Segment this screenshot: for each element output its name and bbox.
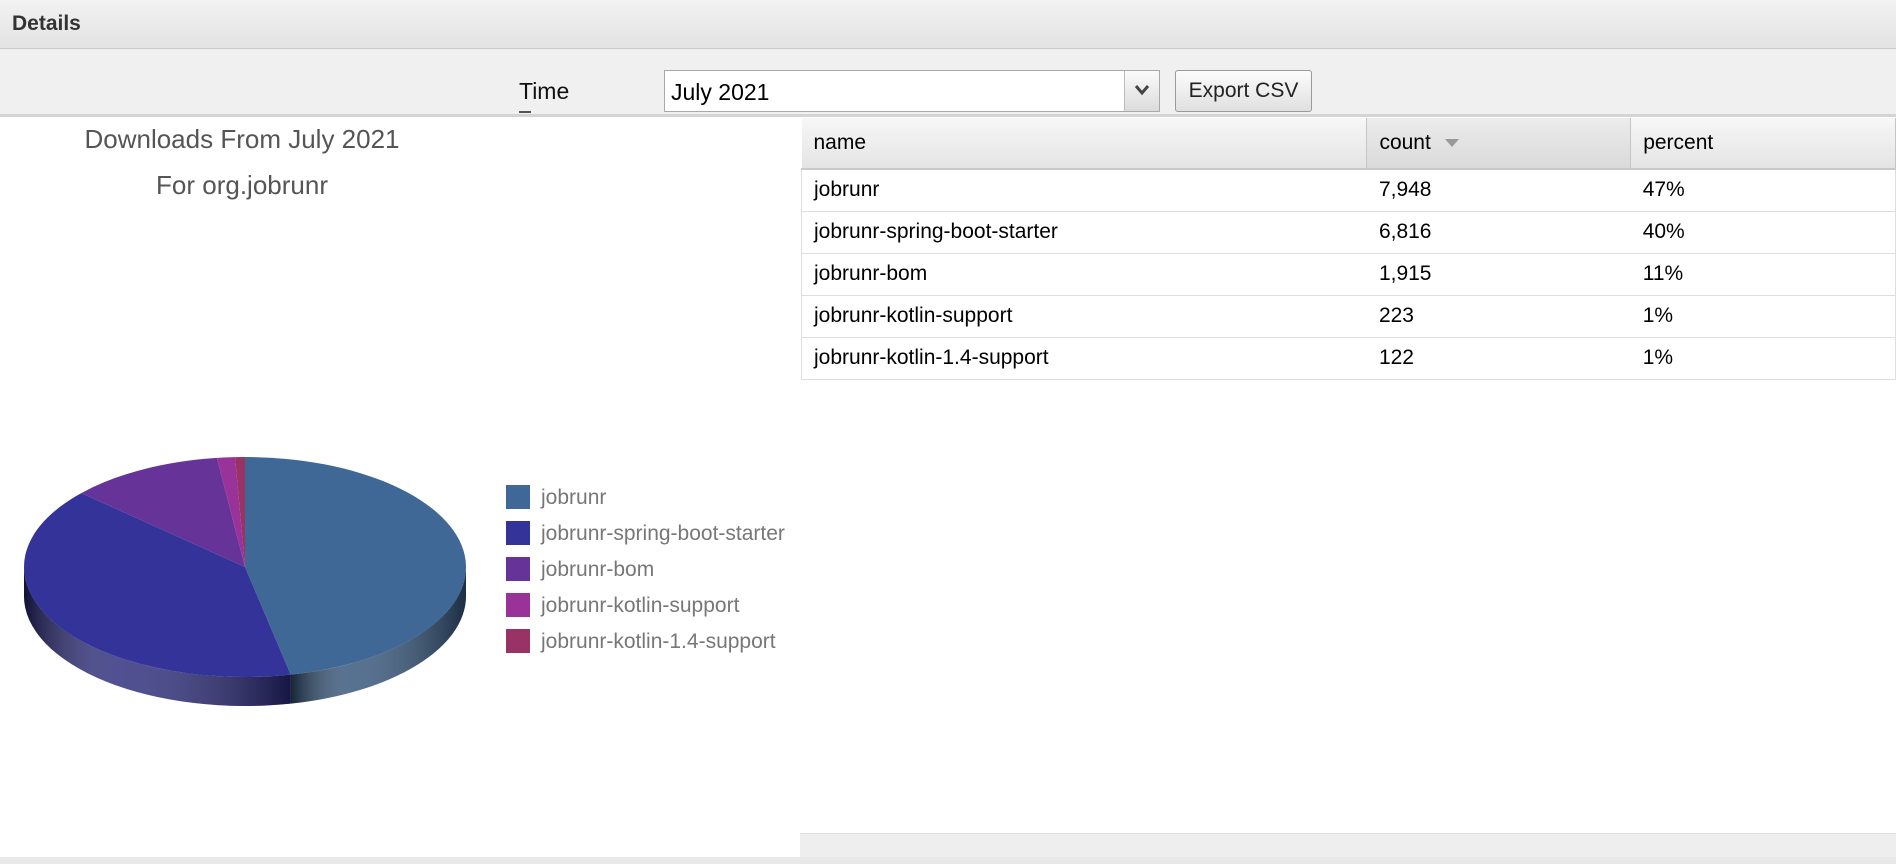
legend-label: jobrunr-kotlin-1.4-support xyxy=(540,630,776,653)
column-header-count[interactable]: count xyxy=(1366,118,1632,170)
cell-percent: 40% xyxy=(1630,211,1896,254)
table-row[interactable]: jobrunr-kotlin-support 223 1% xyxy=(800,295,1896,338)
legend-label: jobrunr-spring-boot-starter xyxy=(540,522,785,545)
legend-swatch xyxy=(506,629,530,653)
table-row[interactable]: jobrunr-kotlin-1.4-support 122 1% xyxy=(800,337,1896,380)
export-csv-button[interactable]: Export CSV xyxy=(1175,70,1312,112)
column-header-name[interactable]: name xyxy=(801,118,1368,170)
legend-swatch xyxy=(506,593,530,617)
grid-footer xyxy=(800,833,1896,858)
chevron-down-icon xyxy=(1134,85,1150,96)
page-bottom-strip xyxy=(0,857,1896,864)
time-select-value: July 2021 xyxy=(671,79,770,105)
cell-name: jobrunr-spring-boot-starter xyxy=(800,211,1367,254)
legend-label: jobrunr xyxy=(540,486,606,509)
sort-descending-icon xyxy=(1444,139,1459,148)
legend-item[interactable]: jobrunr-kotlin-support xyxy=(506,593,740,617)
data-grid: name count percent jobrunr 7,948 47% job… xyxy=(800,118,1896,380)
cell-count: 1,915 xyxy=(1366,253,1631,296)
page-title: Details xyxy=(12,12,81,35)
time-label: Time xyxy=(519,78,570,104)
grid-header-row: name count percent xyxy=(801,118,1896,170)
time-select[interactable]: July 2021 xyxy=(664,70,1160,112)
column-header-percent[interactable]: percent xyxy=(1630,118,1896,170)
cell-count: 6,816 xyxy=(1366,211,1631,254)
time-label-fragment xyxy=(519,111,531,113)
legend-label: jobrunr-kotlin-support xyxy=(540,594,740,617)
legend-swatch xyxy=(506,521,530,545)
chart-title: Downloads From July 2021 xyxy=(84,124,399,154)
data-grid-panel: name count percent jobrunr 7,948 47% job… xyxy=(800,117,1896,833)
cell-name: jobrunr-bom xyxy=(800,253,1367,296)
cell-count: 7,948 xyxy=(1366,169,1631,212)
cell-count: 122 xyxy=(1366,337,1631,380)
column-header-label: percent xyxy=(1643,131,1714,154)
cell-name: jobrunr-kotlin-1.4-support xyxy=(800,337,1367,380)
cell-percent: 1% xyxy=(1630,337,1896,380)
table-row[interactable]: jobrunr 7,948 47% xyxy=(800,169,1896,212)
pie-chart: Downloads From July 2021 For org.jobrunr… xyxy=(23,124,785,707)
legend-swatch xyxy=(506,557,530,581)
legend-item[interactable]: jobrunr xyxy=(506,485,606,509)
column-header-label: name xyxy=(813,131,867,154)
time-select-dropdown-button[interactable] xyxy=(1124,71,1159,111)
cell-name: jobrunr xyxy=(800,169,1367,212)
cell-percent: 47% xyxy=(1630,169,1896,212)
legend-item[interactable]: jobrunr-bom xyxy=(506,557,654,581)
chart-subtitle: For org.jobrunr xyxy=(156,170,328,200)
legend-label: jobrunr-bom xyxy=(540,558,654,581)
legend-item[interactable]: jobrunr-kotlin-1.4-support xyxy=(506,629,776,653)
legend-swatch xyxy=(506,485,530,509)
table-row[interactable]: jobrunr-bom 1,915 11% xyxy=(800,253,1896,296)
cell-percent: 1% xyxy=(1630,295,1896,338)
cell-percent: 11% xyxy=(1630,253,1896,296)
cell-name: jobrunr-kotlin-support xyxy=(800,295,1367,338)
table-row[interactable]: jobrunr-spring-boot-starter 6,816 40% xyxy=(800,211,1896,254)
legend-item[interactable]: jobrunr-spring-boot-starter xyxy=(506,521,785,545)
chart-panel: Downloads From July 2021 For org.jobrunr… xyxy=(0,117,800,857)
details-header: Details xyxy=(0,0,1896,49)
column-header-label: count xyxy=(1379,131,1431,154)
cell-count: 223 xyxy=(1366,295,1631,338)
